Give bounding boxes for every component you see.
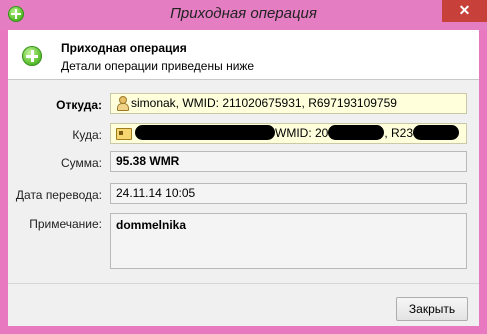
title-bar: Приходная операция ✕ xyxy=(0,0,487,30)
card-icon xyxy=(116,128,132,140)
to-label: Куда: xyxy=(72,128,102,142)
dialog-body: Приходная операция Детали операции приве… xyxy=(8,30,479,326)
from-field[interactable]: simonak, WMID: 211020675931, R6971931097… xyxy=(110,93,467,114)
redacted-name xyxy=(135,125,275,140)
amount-label: Сумма: xyxy=(60,156,102,170)
date-value: 24.11.14 10:05 xyxy=(116,186,196,200)
plus-circle-icon xyxy=(22,46,42,66)
redacted-purse xyxy=(413,125,460,140)
header-title: Приходная операция xyxy=(61,41,187,55)
window-close-button[interactable]: ✕ xyxy=(442,0,487,22)
note-label: Примечание: xyxy=(29,217,102,231)
note-field[interactable]: dommelnika xyxy=(110,213,467,269)
close-button[interactable]: Закрыть xyxy=(396,297,468,321)
to-wmid-label: WMID: 20 xyxy=(275,126,329,140)
person-icon xyxy=(116,96,129,111)
date-field[interactable]: 24.11.14 10:05 xyxy=(110,183,467,204)
from-label: Откуда: xyxy=(56,98,102,112)
window-title: Приходная операция xyxy=(170,5,317,22)
to-field[interactable]: WMID: 20 , R23 xyxy=(110,123,467,144)
amount-value: 95.38 WMR xyxy=(116,154,180,168)
dialog-header: Приходная операция Детали операции приве… xyxy=(8,30,479,80)
redacted-wmid xyxy=(328,125,385,140)
amount-field[interactable]: 95.38 WMR xyxy=(110,151,467,172)
footer-divider xyxy=(8,283,479,284)
to-purse-prefix: , R23 xyxy=(384,126,414,140)
date-label: Дата перевода: xyxy=(15,188,102,202)
note-value: dommelnika xyxy=(116,218,187,232)
header-subtitle: Детали операции приведены ниже xyxy=(61,59,255,73)
from-value: simonak, WMID: 211020675931, R6971931097… xyxy=(131,96,397,110)
